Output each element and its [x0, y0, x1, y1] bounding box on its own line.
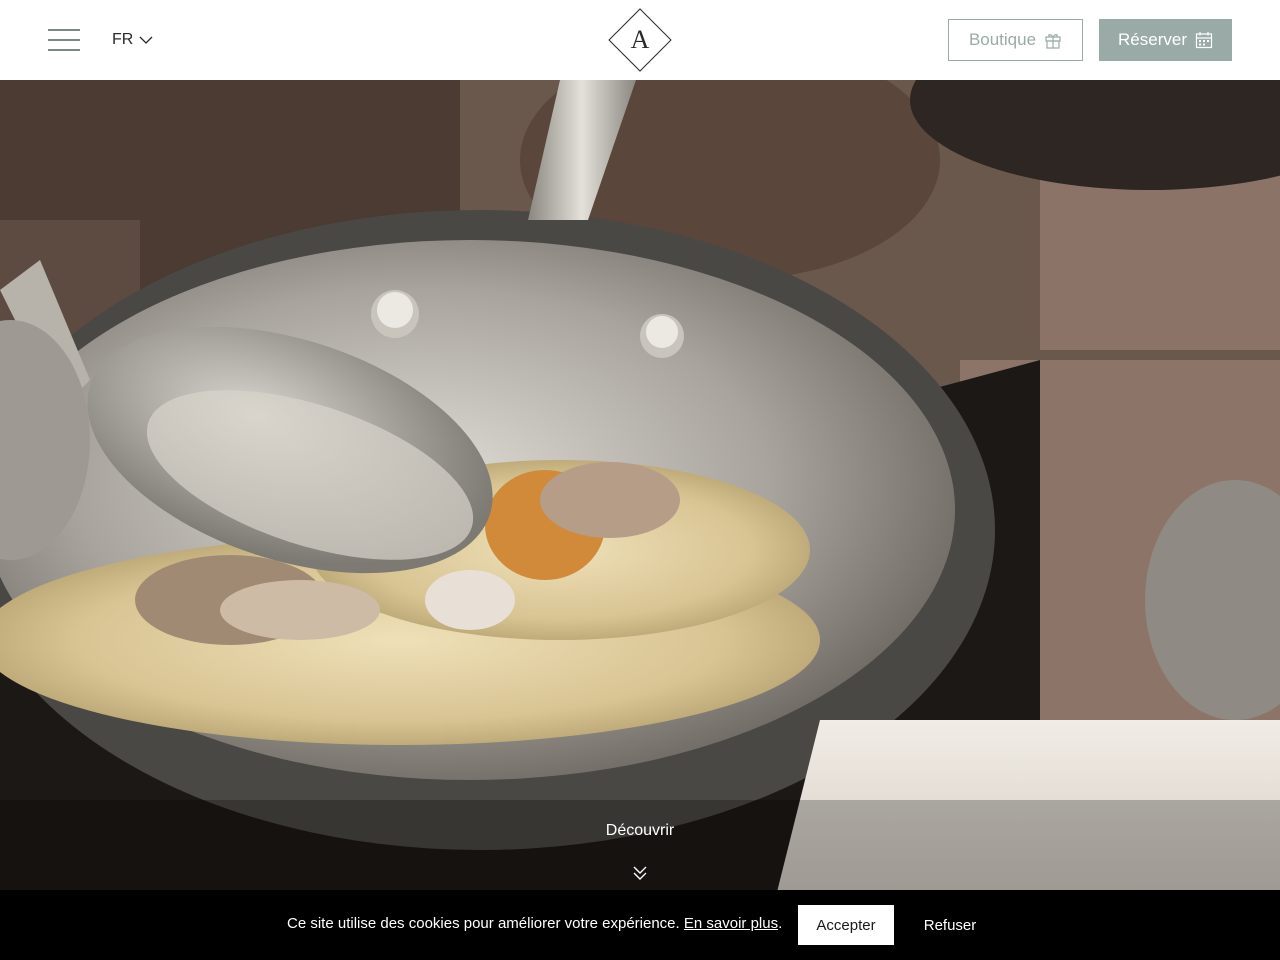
calendar-icon	[1195, 32, 1213, 49]
refuse-cookies-button[interactable]: Refuser	[906, 905, 994, 945]
reserve-button[interactable]: Réserver	[1099, 19, 1232, 61]
double-chevron-down-icon[interactable]	[632, 864, 648, 882]
language-selector[interactable]: FR	[112, 28, 153, 52]
logo[interactable]: A	[608, 8, 672, 72]
reserve-label: Réserver	[1118, 30, 1187, 49]
logo-letter: A	[631, 25, 650, 54]
accept-cookies-button[interactable]: Accepter	[798, 905, 894, 945]
site-header: FR A Boutique Réserver	[0, 0, 1280, 80]
discover-link[interactable]: Découvrir	[540, 822, 740, 840]
cookie-period: .	[778, 915, 783, 932]
chevron-down-icon	[139, 36, 153, 44]
gift-icon	[1045, 34, 1061, 49]
hamburger-menu-icon[interactable]	[48, 27, 80, 53]
cookie-banner: Ce site utilise des cookies pour amélior…	[0, 890, 1280, 960]
language-label: FR	[112, 31, 134, 48]
cookie-message-line: Ce site utilise des cookies pour amélior…	[287, 915, 782, 932]
hero-video: Découvrir	[0, 80, 1280, 960]
cookie-message: Ce site utilise des cookies pour amélior…	[287, 915, 680, 932]
boutique-label: Boutique	[968, 30, 1037, 49]
learn-more-link[interactable]: En savoir plus	[684, 915, 778, 932]
boutique-button[interactable]: Boutique	[948, 19, 1083, 61]
